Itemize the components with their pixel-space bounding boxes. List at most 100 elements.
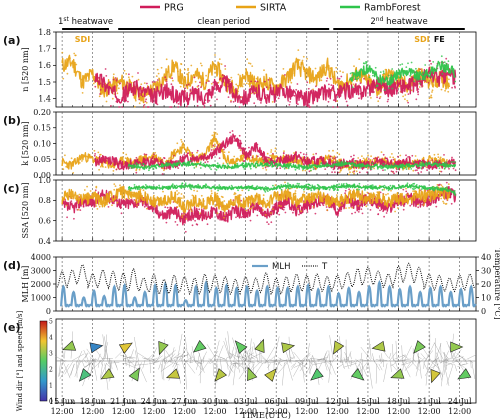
- k-prg-point: [239, 139, 242, 142]
- n-sirta-point: [370, 97, 372, 99]
- k-rambforest-point: [256, 165, 259, 167]
- n-sirta-point: [155, 75, 158, 77]
- n-rambforest-point: [350, 76, 353, 79]
- k-rambforest-point: [354, 160, 356, 162]
- n-prg-point: [114, 77, 117, 79]
- n-prg-point: [331, 87, 334, 89]
- x-tick-label-time: 12:00: [142, 407, 165, 416]
- k-prg-point: [163, 157, 165, 159]
- ssa-sirta-point: [185, 218, 188, 220]
- ssa-rambforest-point: [436, 186, 438, 188]
- n-sirta-point: [448, 78, 450, 81]
- ssa-rambforest-point: [330, 185, 333, 188]
- n-sirta-point: [342, 71, 344, 74]
- k-prg-point: [420, 171, 423, 173]
- n-prg-point: [254, 80, 257, 83]
- k-prg-point: [266, 156, 269, 159]
- ssa-sirta-point: [294, 198, 296, 201]
- ssa-sirta-point: [254, 201, 257, 203]
- n-prg-point: [99, 93, 101, 95]
- panel-letter: (b): [3, 114, 21, 127]
- ssa-sirta-point: [218, 197, 221, 200]
- aerosol-figure: PRG SIRTA RambForest 1st heatwave clean per…: [3, 3, 500, 419]
- n-prg-point: [184, 87, 187, 90]
- k-rambforest-point: [336, 160, 338, 163]
- ssa-sirta-point: [357, 205, 360, 207]
- ssa-prg-point: [403, 205, 405, 208]
- n-sirta-point: [125, 73, 128, 75]
- n-prg-point: [293, 94, 296, 97]
- n-sirta-point: [62, 77, 65, 80]
- ssa-rambforest-point: [381, 189, 384, 191]
- k-rambforest-point: [393, 166, 396, 168]
- n-sirta-point: [142, 101, 145, 104]
- n-prg-point: [180, 100, 182, 102]
- k-sirta-point: [216, 133, 219, 136]
- ssa-prg-point: [83, 201, 86, 204]
- n-prg-point: [308, 106, 311, 108]
- n-sirta-point: [243, 83, 245, 85]
- n-sirta-point: [300, 63, 303, 66]
- n-sirta-point: [87, 80, 89, 82]
- n-rambforest-point: [384, 89, 386, 91]
- ssa-sirta-point: [394, 210, 396, 213]
- ssa-sirta-point: [78, 193, 81, 196]
- n-prg-point: [138, 98, 141, 101]
- k-sirta-point: [270, 151, 272, 153]
- ssa-rambforest-point: [331, 187, 334, 190]
- ssa-sirta-point: [86, 185, 88, 188]
- ssa-sirta-point: [408, 197, 411, 200]
- ssa-prg-point: [263, 214, 265, 217]
- ssa-sirta-point: [278, 204, 281, 207]
- ssa-sirta-point: [163, 197, 166, 200]
- ssa-sirta-point: [108, 194, 111, 197]
- k-rambforest-point: [438, 167, 441, 170]
- k-rambforest-point: [219, 166, 221, 168]
- n-prg-point: [407, 87, 409, 90]
- k-rambforest-point: [161, 163, 164, 165]
- k-sirta-point: [228, 151, 230, 154]
- k-sirta-point: [362, 157, 365, 160]
- n-sirta-point: [205, 74, 208, 77]
- ssa-sirta-point: [135, 191, 138, 194]
- y-axis-title: Wind dir [°] and speed [m/s]: [16, 310, 24, 411]
- k-rambforest-point: [359, 167, 361, 169]
- ssa-sirta-point: [349, 200, 352, 203]
- k-prg-point: [373, 157, 375, 160]
- k-rambforest-point: [311, 165, 314, 168]
- k-rambforest-point: [375, 163, 378, 166]
- ssa-prg-point: [435, 205, 438, 208]
- n-rambforest-point: [419, 78, 422, 80]
- n-prg-point: [417, 93, 420, 96]
- n-sirta-point: [444, 88, 447, 90]
- k-sirta-point: [274, 150, 277, 153]
- k-rambforest-point: [410, 168, 413, 170]
- n-prg-point: [260, 102, 262, 104]
- k-prg-point: [177, 167, 180, 170]
- ssa-rambforest-point: [200, 187, 203, 190]
- ssa-rambforest-point: [428, 186, 430, 189]
- ssa-rambforest-point: [444, 187, 447, 190]
- n-prg-point: [329, 77, 332, 80]
- ssa-prg-point: [219, 210, 222, 213]
- k-rambforest-point: [218, 164, 221, 167]
- n-prg-point: [187, 97, 190, 100]
- n-prg-point: [109, 81, 111, 84]
- ssa-prg-point: [369, 209, 372, 211]
- n-prg-point: [141, 95, 144, 98]
- ssa-rambforest-point: [409, 185, 412, 188]
- k-prg-point: [161, 159, 163, 161]
- n-prg-point: [222, 81, 225, 83]
- n-prg-point: [378, 97, 381, 100]
- n-sirta-point: [297, 49, 300, 51]
- ssa-rambforest-point: [280, 188, 283, 191]
- ssa-rambforest-point: [345, 187, 347, 190]
- k-rambforest-point: [355, 164, 358, 167]
- n-prg-point: [105, 75, 108, 77]
- ssa-rambforest-point: [303, 185, 306, 188]
- k-prg-point: [376, 156, 379, 159]
- y-axis-title: SSA [520 nm]: [21, 183, 30, 239]
- k-sirta-point: [392, 156, 395, 159]
- k-sirta-point: [65, 165, 68, 168]
- k-rambforest-point: [335, 162, 337, 165]
